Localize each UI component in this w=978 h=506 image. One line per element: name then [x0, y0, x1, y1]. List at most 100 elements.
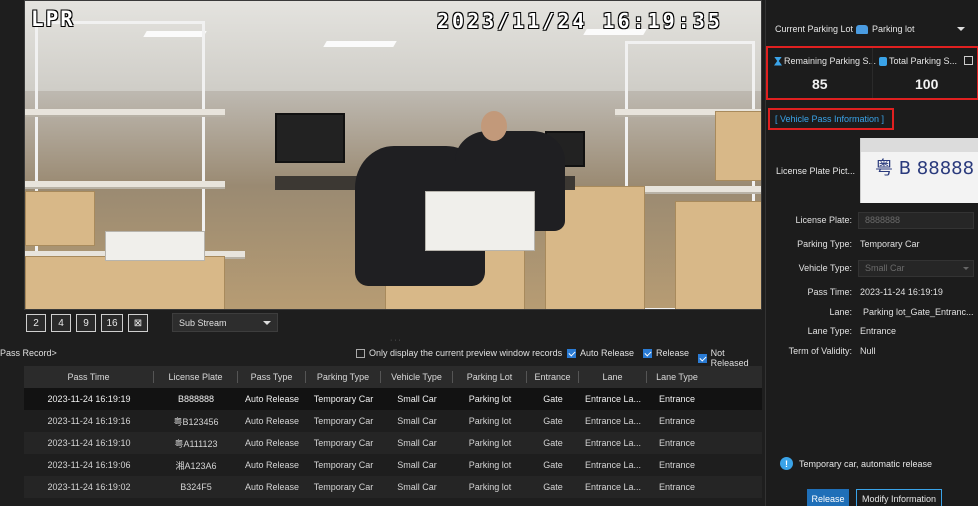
table-cell: Temporary Car — [313, 460, 374, 470]
table-cell: B324F5 — [180, 482, 212, 492]
filter-not-released-checkbox[interactable]: Not Released — [698, 348, 762, 368]
checkbox-checked-icon — [643, 348, 652, 358]
table-cell: Auto Release — [244, 394, 300, 404]
pass-record-title[interactable]: Pass Record> — [0, 348, 57, 358]
table-cell: Gate — [543, 438, 563, 448]
table-cell: 粤A111123 — [174, 438, 218, 449]
layout-4-button[interactable]: 4 — [51, 314, 71, 332]
video-preview[interactable]: LPR 2023/11/24 16:19:35 — [24, 0, 762, 310]
validity-row: Term of Validity: Null — [766, 346, 978, 360]
table-row[interactable]: 2023-11-24 16:19:16 粤B123456 Auto Release T… — [24, 410, 762, 432]
chevron-down-icon — [963, 267, 969, 270]
plate-picture: 粤 B 88888 — [860, 138, 978, 203]
column-header[interactable]: Lane Type — [647, 371, 707, 383]
table-row[interactable]: 2023-11-24 16:19:19 B888888 Auto Release Te… — [24, 388, 762, 410]
filter-auto-release-checkbox[interactable]: Auto Release — [567, 348, 634, 358]
info-icon: ! — [780, 457, 793, 470]
table-cell: Entrance — [658, 394, 696, 404]
table-cell: 粤B123456 — [173, 416, 219, 427]
table-cell: 2023-11-24 16:19:19 — [47, 394, 131, 404]
table-cell: Entrance — [658, 460, 696, 470]
table-row[interactable]: 2023-11-24 16:19:10 粤A111123 Auto Release T… — [24, 432, 762, 454]
table-cell: Entrance La... — [584, 416, 642, 426]
scene-box — [25, 256, 225, 309]
table-cell: Auto Release — [244, 460, 300, 470]
filter-current-window-checkbox[interactable]: Only display the current preview window … — [356, 348, 562, 358]
column-header[interactable]: Pass Type — [238, 371, 306, 383]
parking-type-value: Temporary Car — [860, 239, 920, 249]
table-cell: Small Car — [397, 438, 437, 448]
osd-channel-name: LPR — [31, 7, 75, 31]
scene-whitebox — [105, 231, 205, 261]
car-icon — [856, 24, 868, 34]
lane-type-row: Lane Type: Entrance — [766, 326, 978, 340]
current-lot-row: Current Parking Lot Parking lot — [766, 18, 978, 38]
layout-2-button[interactable]: 2 — [26, 314, 46, 332]
total-spaces-value: 100 — [915, 76, 939, 92]
table-cell: Small Car — [397, 416, 437, 426]
lane-value: Parking lot_Gate_Entranc... — [863, 307, 974, 317]
validity-label: Term of Validity: — [788, 346, 852, 356]
chevron-down-icon — [957, 27, 965, 31]
table-cell: Auto Release — [244, 482, 300, 492]
column-header[interactable]: Parking Lot — [453, 371, 527, 383]
table-cell: Gate — [543, 482, 563, 492]
layout-9-button[interactable]: 9 — [76, 314, 96, 332]
table-cell: Parking lot — [468, 394, 512, 404]
table-cell: Small Car — [397, 460, 437, 470]
table-row[interactable]: 2023-11-24 16:19:02 B324F5 Auto Release Tem… — [24, 476, 762, 498]
table-cell: Temporary Car — [313, 482, 374, 492]
current-lot-value: Parking lot — [872, 24, 915, 34]
table-cell: Parking lot — [468, 460, 512, 470]
parking-type-row: Parking Type: Temporary Car — [766, 239, 978, 253]
license-plate-label: License Plate: — [795, 215, 852, 225]
column-header[interactable]: Vehicle Type — [381, 371, 453, 383]
table-cell: Entrance La... — [584, 394, 642, 404]
checkbox-checked-icon — [567, 348, 576, 358]
table-row[interactable]: 2023-11-24 16:19:06 湘A123A6 Auto Release Te… — [24, 454, 762, 476]
column-header[interactable]: License Plate — [154, 371, 238, 383]
edit-icon[interactable] — [964, 56, 973, 65]
lane-row: Lane: Parking lot_Gate_Entranc... — [766, 307, 978, 321]
plate-picture-text: 粤 B 88888 — [875, 158, 975, 179]
release-button[interactable]: Release — [807, 489, 849, 506]
splitter-handle[interactable]: · · · — [390, 337, 401, 344]
vehicle-type-row: Vehicle Type: Small Car — [766, 260, 978, 277]
table-cell: 湘A123A6 — [175, 460, 217, 471]
plate-picture-label: License Plate Pict... — [776, 166, 856, 176]
table-cell: Entrance La... — [584, 482, 642, 492]
layout-16-button[interactable]: 16 — [101, 314, 123, 332]
modify-information-button[interactable]: Modify Information — [856, 489, 942, 506]
table-body: 2023-11-24 16:19:19 B888888 Auto Release Te… — [24, 388, 762, 498]
parking-counts: Remaining Parking S... 85 Total Parking … — [766, 46, 978, 100]
total-spaces-card: Total Parking S... 100 — [872, 48, 977, 98]
filter-release-checkbox[interactable]: Release — [643, 348, 689, 358]
release-status: ! Temporary car, automatic release — [780, 457, 932, 470]
table-cell: Auto Release — [244, 416, 300, 426]
column-header[interactable]: Entrance — [527, 371, 579, 383]
scene-whitebox — [425, 191, 535, 251]
lane-label: Lane: — [829, 307, 852, 317]
table-cell: Small Car — [397, 394, 437, 404]
osd-datetime: 2023/11/24 16:19:35 — [437, 9, 723, 33]
vehicle-type-value: Small Car — [865, 263, 905, 273]
chevron-down-icon — [263, 321, 271, 325]
table-cell: Parking lot — [468, 416, 512, 426]
stream-select[interactable]: Sub Stream — [172, 313, 278, 332]
table-cell: Entrance — [658, 416, 696, 426]
column-header[interactable]: Pass Time — [24, 371, 154, 383]
scene-monitor — [275, 113, 345, 163]
close-window-icon[interactable]: ⊠ — [128, 314, 148, 332]
table-cell: Auto Release — [244, 438, 300, 448]
scene-box — [675, 201, 761, 309]
table-cell: Temporary Car — [313, 416, 374, 426]
column-header[interactable]: Parking Type — [306, 371, 381, 383]
stream-select-value: Sub Stream — [179, 317, 227, 328]
table-header: Pass Time License Plate Pass Type Parkin… — [24, 366, 762, 388]
release-status-text: Temporary car, automatic release — [799, 458, 933, 469]
current-lot-select[interactable]: Parking lot — [856, 20, 971, 38]
column-header[interactable]: Lane — [579, 371, 647, 383]
scene-box — [715, 111, 761, 181]
table-cell: 2023-11-24 16:19:06 — [47, 460, 131, 470]
lane-type-label: Lane Type: — [807, 326, 852, 336]
